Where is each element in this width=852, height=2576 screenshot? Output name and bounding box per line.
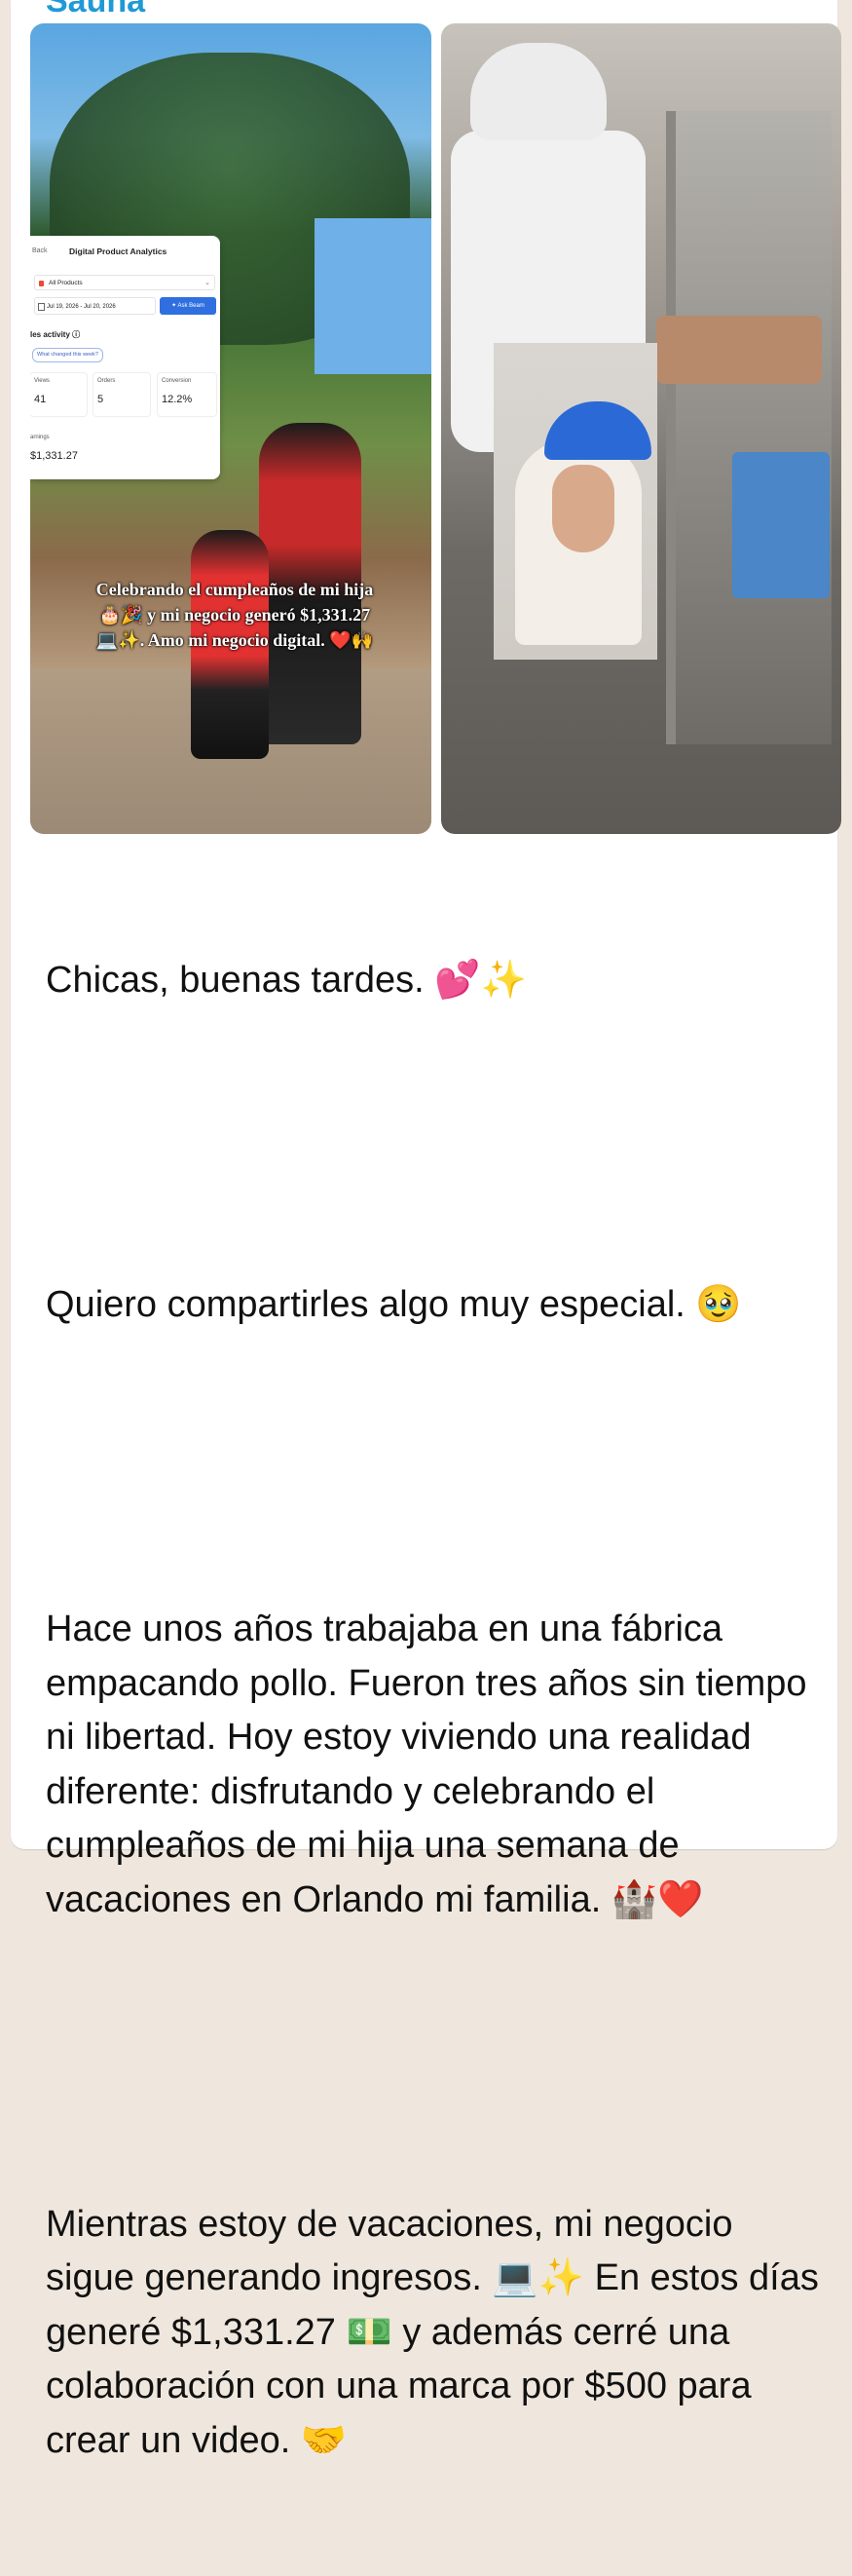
selfie-inset [494,343,657,660]
conveyor-chicken [656,316,822,384]
hairnet [470,43,607,140]
analytics-back-link: Back [32,247,48,254]
metric-value: 12.2% [162,394,193,405]
message-paragraph: Quiero compartirles algo muy especial. 🥹 [46,1284,742,1325]
conveyor-belt [732,452,830,598]
earnings-value: $1,331.27 [30,450,78,462]
metric-label: Orders [97,378,116,384]
message-paragraph: Mientras estoy de vacaciones, mi negocio… [46,2203,830,2461]
product-dot-icon [39,281,44,286]
image-left[interactable]: Back Digital Product Analytics All Produ… [30,23,431,834]
date-range-label: Jul 19, 2026 - Jul 20, 2026 [47,304,116,310]
date-range: Jul 19, 2026 - Jul 20, 2026 [34,297,156,315]
sender-name[interactable]: Sauna [46,0,145,20]
metric-value: 41 [34,394,47,405]
message-paragraph: Hace unos años trabajaba en una fábrica … [46,1609,818,1920]
products-filter-label: All Products [49,280,83,286]
metric-conversion: Conversion 12.2% [157,372,217,417]
metric-views: Views 41 [30,372,88,417]
analytics-title: Digital Product Analytics [69,246,167,256]
metric-orders: Orders 5 [93,372,151,417]
sky-area [315,218,431,374]
activity-chip: What changed this week? [32,348,103,362]
metric-value: 5 [97,394,104,405]
analytics-card: Back Digital Product Analytics All Produ… [30,236,220,479]
ask-beam-button: ✦ Ask Beam [160,297,216,315]
chevron-down-icon: ⌄ [204,280,210,286]
message-bubble: Sauna Back Digital Product Analytics All… [11,0,841,2461]
earnings-label: arnings [30,435,50,440]
message-text: Chicas, buenas tardes. 💕✨ Quiero compart… [46,846,825,2576]
metric-label: Conversion [162,378,192,384]
blue-helmet [544,401,651,460]
factory-machine [666,111,832,744]
metric-label: Views [34,378,50,384]
products-filter: All Products ⌄ [34,275,215,290]
activity-heading: les activity ⓘ [30,330,81,339]
image-right[interactable] [441,23,841,834]
calendar-icon [38,303,45,311]
face [552,465,614,552]
image-caption: Celebrando el cumpleaños de mi hija 🎂🎉 y… [95,580,374,650]
message-paragraph: Chicas, buenas tardes. 💕✨ [46,960,527,1001]
